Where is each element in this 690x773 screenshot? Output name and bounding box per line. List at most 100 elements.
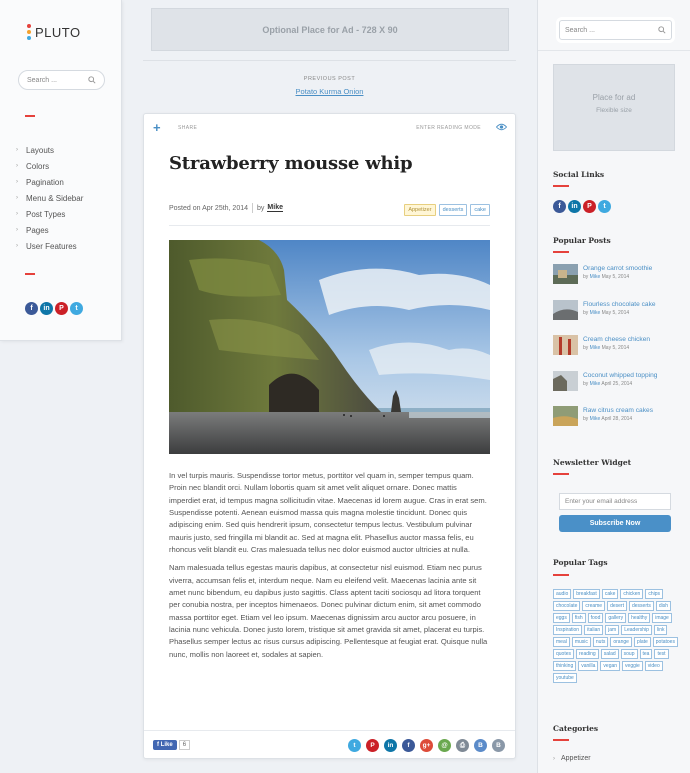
menu-item-label: Menu & Sidebar xyxy=(26,193,84,203)
tag-link[interactable]: audio xyxy=(553,589,572,599)
tag-link[interactable]: music xyxy=(571,637,591,647)
popular-post-title[interactable]: Coconut whipped topping xyxy=(583,371,657,380)
tag-link[interactable]: tea xyxy=(639,649,653,659)
menu-item-post-types[interactable]: › Post Types xyxy=(16,206,83,222)
popular-post-item[interactable]: Flourless chocolate cake by Mike May 5, … xyxy=(553,299,675,336)
menu-item-user-features[interactable]: › User Features xyxy=(16,238,83,254)
tag-link[interactable]: breakfast xyxy=(573,589,600,599)
tag-link[interactable]: potatoes xyxy=(652,637,678,647)
blogger-icon[interactable]: B xyxy=(492,739,505,752)
subscribe-button[interactable]: Subscribe Now xyxy=(559,515,671,532)
tag-link[interactable]: cake xyxy=(601,589,619,599)
tag-link[interactable]: fish xyxy=(571,613,586,623)
author-link[interactable]: Mike xyxy=(590,345,601,351)
post-author-link[interactable]: Mike xyxy=(267,204,283,212)
tag-link[interactable]: nuts xyxy=(592,637,609,647)
bookmark-icon[interactable]: B xyxy=(474,739,487,752)
popular-post-title[interactable]: Cream cheese chicken xyxy=(583,335,650,344)
reading-mode-link[interactable]: ENTER READING MODE xyxy=(416,125,481,131)
tag-link[interactable]: chips xyxy=(645,589,664,599)
menu-item-layouts[interactable]: › Layouts xyxy=(16,142,83,158)
tag-link[interactable]: thinking xyxy=(553,661,577,671)
author-link[interactable]: Mike xyxy=(590,416,601,422)
tag-link[interactable]: desserts xyxy=(629,601,654,611)
twitter-icon[interactable]: t xyxy=(70,302,83,315)
tag-link[interactable]: vegan xyxy=(600,661,621,671)
tag-link[interactable]: food xyxy=(587,613,604,623)
print-icon[interactable]: ⎙ xyxy=(456,739,469,752)
plus-icon[interactable]: + xyxy=(153,120,161,135)
tag-link[interactable]: Appetizer xyxy=(404,204,436,216)
search-icon[interactable] xyxy=(658,26,666,34)
tag-link[interactable]: desserts xyxy=(438,204,468,216)
tag-link[interactable]: creame xyxy=(582,601,606,611)
tag-link[interactable]: plate xyxy=(633,637,651,647)
tag-link[interactable]: gallery xyxy=(605,613,627,623)
main-menu: › Layouts › Colors › Pagination › Menu & Sid… xyxy=(16,142,83,254)
popular-post-title[interactable]: Raw citrus cream cakes xyxy=(583,406,653,415)
email-icon[interactable]: @ xyxy=(438,739,451,752)
popular-post-item[interactable]: Cream cheese chicken by Mike May 5, 2014 xyxy=(553,335,675,371)
author-link[interactable]: Mike xyxy=(590,381,601,387)
tag-link[interactable]: salad xyxy=(600,649,619,659)
eye-icon[interactable] xyxy=(496,123,507,131)
tag-link[interactable]: dish xyxy=(655,601,672,611)
tag-link[interactable]: italian xyxy=(584,625,604,635)
facebook-icon[interactable]: f xyxy=(553,200,566,213)
tag-link[interactable]: Inspiration xyxy=(553,625,583,635)
right-search-input[interactable]: Search ... xyxy=(559,20,672,40)
linkedin-icon[interactable]: in xyxy=(568,200,581,213)
popular-post-title[interactable]: Flourless chocolate cake xyxy=(583,300,656,309)
tag-link[interactable]: video xyxy=(644,661,663,671)
tag-link[interactable]: veggie xyxy=(622,661,643,671)
tag-link[interactable]: healthy xyxy=(628,613,651,623)
author-link[interactable]: Mike xyxy=(590,274,601,280)
tag-link[interactable]: reading xyxy=(576,649,599,659)
menu-item-menu-sidebar[interactable]: › Menu & Sidebar xyxy=(16,190,83,206)
popular-post-item[interactable]: Raw citrus cream cakes by Mike April 28,… xyxy=(553,406,675,442)
tag-link[interactable]: chicken xyxy=(620,589,644,599)
left-search-input[interactable]: Search ... xyxy=(18,70,105,90)
linkedin-icon[interactable]: in xyxy=(40,302,53,315)
popular-post-title[interactable]: Orange carrot smoothie xyxy=(583,264,652,273)
twitter-icon[interactable]: t xyxy=(348,739,361,752)
tag-link[interactable]: link xyxy=(653,625,668,635)
previous-post-link[interactable]: Potato Kurma Onion xyxy=(143,87,516,96)
tag-link[interactable]: quotes xyxy=(553,649,575,659)
share-link[interactable]: SHARE xyxy=(178,125,197,131)
menu-item-colors[interactable]: › Colors xyxy=(16,158,83,174)
linkedin-icon[interactable]: in xyxy=(384,739,397,752)
post-date: Posted on Apr 25th, 2014 xyxy=(169,204,249,212)
like-label: Like xyxy=(160,742,173,748)
tag-link[interactable]: image xyxy=(652,613,672,623)
logo[interactable]: PLUTO xyxy=(27,24,81,40)
tag-link[interactable]: chocolate xyxy=(553,601,581,611)
search-icon[interactable] xyxy=(88,76,96,84)
tag-link[interactable]: eggs xyxy=(553,613,570,623)
author-link[interactable]: Mike xyxy=(590,310,601,316)
pinterest-icon[interactable]: P xyxy=(55,302,68,315)
tag-link[interactable]: desert xyxy=(607,601,627,611)
tag-link[interactable]: Leadership xyxy=(621,625,652,635)
googleplus-icon[interactable]: g+ xyxy=(420,739,433,752)
menu-item-pages[interactable]: › Pages xyxy=(16,222,83,238)
facebook-icon[interactable]: f xyxy=(402,739,415,752)
facebook-like-button[interactable]: f Like xyxy=(153,740,177,750)
tag-link[interactable]: cake xyxy=(470,204,490,216)
twitter-icon[interactable]: t xyxy=(598,200,611,213)
menu-item-pagination[interactable]: › Pagination xyxy=(16,174,83,190)
tag-link[interactable]: vanilla xyxy=(578,661,599,671)
newsletter-email-input[interactable]: Enter your email address xyxy=(559,493,671,510)
popular-post-item[interactable]: Orange carrot smoothie by Mike May 5, 20… xyxy=(553,264,675,300)
facebook-icon[interactable]: f xyxy=(25,302,38,315)
tag-link[interactable]: jam xyxy=(605,625,620,635)
tag-link[interactable]: youtube xyxy=(553,673,577,683)
pinterest-icon[interactable]: P xyxy=(366,739,379,752)
tag-link[interactable]: test xyxy=(654,649,669,659)
category-item[interactable]: › Appetizer xyxy=(553,755,591,762)
tag-link[interactable]: soup xyxy=(620,649,638,659)
tag-link[interactable]: orange xyxy=(610,637,632,647)
popular-post-item[interactable]: Coconut whipped topping by Mike April 25… xyxy=(553,370,675,407)
pinterest-icon[interactable]: P xyxy=(583,200,596,213)
tag-link[interactable]: meal xyxy=(553,637,570,647)
